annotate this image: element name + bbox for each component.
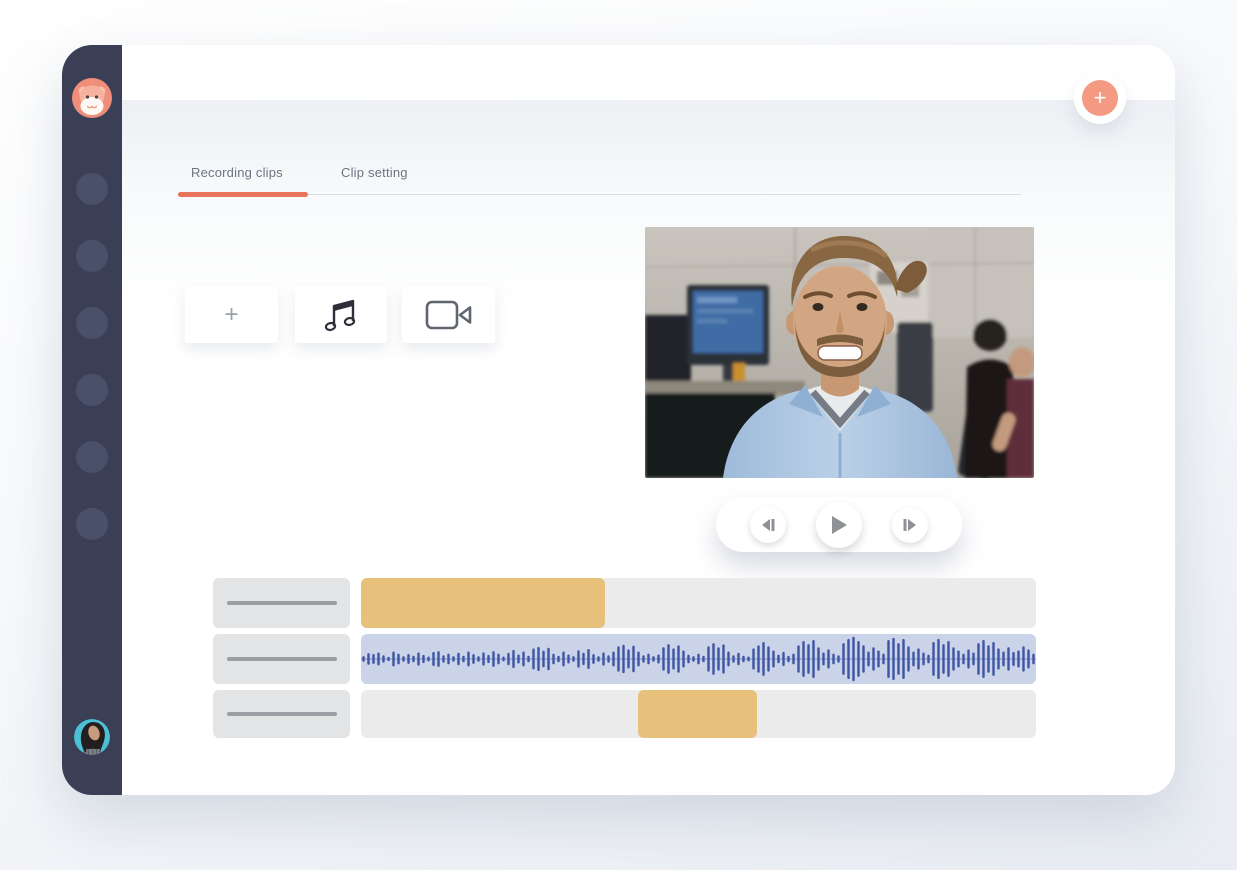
floating-add-button-halo: + <box>1074 72 1126 124</box>
video-track-lane <box>361 578 1036 628</box>
track-label <box>213 578 350 628</box>
sidebar-nav-item-6[interactable] <box>76 508 108 540</box>
overlay-clip[interactable] <box>638 690 757 738</box>
video-preview <box>645 227 1034 478</box>
sidebar-nav-item-2[interactable] <box>76 240 108 272</box>
skip-back-icon <box>760 518 776 532</box>
next-frame-button[interactable] <box>892 507 928 543</box>
video-clip[interactable] <box>361 578 605 628</box>
sidebar-nav-item-5[interactable] <box>76 441 108 473</box>
track-label-line <box>227 712 337 716</box>
waveform-graphic <box>361 634 1036 684</box>
sidebar <box>62 45 122 795</box>
skip-forward-icon <box>902 518 918 532</box>
add-video-button[interactable] <box>402 286 495 343</box>
user-avatar[interactable] <box>74 719 110 755</box>
page-background: + Recording clips Clip setting + <box>0 0 1237 870</box>
audio-waveform-clip[interactable] <box>361 634 1036 684</box>
add-recording-button[interactable]: + <box>1082 80 1118 116</box>
tab-clip-setting[interactable]: Clip setting <box>341 165 408 180</box>
top-bar <box>122 45 1175 100</box>
sidebar-nav-item-1[interactable] <box>76 173 108 205</box>
track-label <box>213 690 350 738</box>
video-preview-image <box>645 227 1034 478</box>
music-note-icon <box>324 297 358 333</box>
monkey-logo-icon <box>72 78 112 118</box>
sidebar-nav-item-4[interactable] <box>76 374 108 406</box>
video-camera-icon <box>425 300 473 330</box>
tab-recording-clips[interactable]: Recording clips <box>191 165 283 180</box>
add-clip-button[interactable]: + <box>185 286 278 343</box>
sidebar-nav-item-3[interactable] <box>76 307 108 339</box>
app-logo[interactable] <box>72 78 112 118</box>
avatar-photo <box>74 719 110 755</box>
plus-icon: + <box>224 301 238 329</box>
overlay-track-lane <box>361 690 1036 738</box>
playback-controls <box>716 497 962 552</box>
play-icon <box>830 515 848 535</box>
play-button[interactable] <box>816 502 862 548</box>
track-label-line <box>227 601 337 605</box>
add-music-button[interactable] <box>295 286 387 343</box>
previous-frame-button[interactable] <box>750 507 786 543</box>
track-label-line <box>227 657 337 661</box>
track-label <box>213 634 350 684</box>
active-tab-indicator <box>178 192 308 197</box>
app-window: + Recording clips Clip setting + <box>62 45 1175 795</box>
